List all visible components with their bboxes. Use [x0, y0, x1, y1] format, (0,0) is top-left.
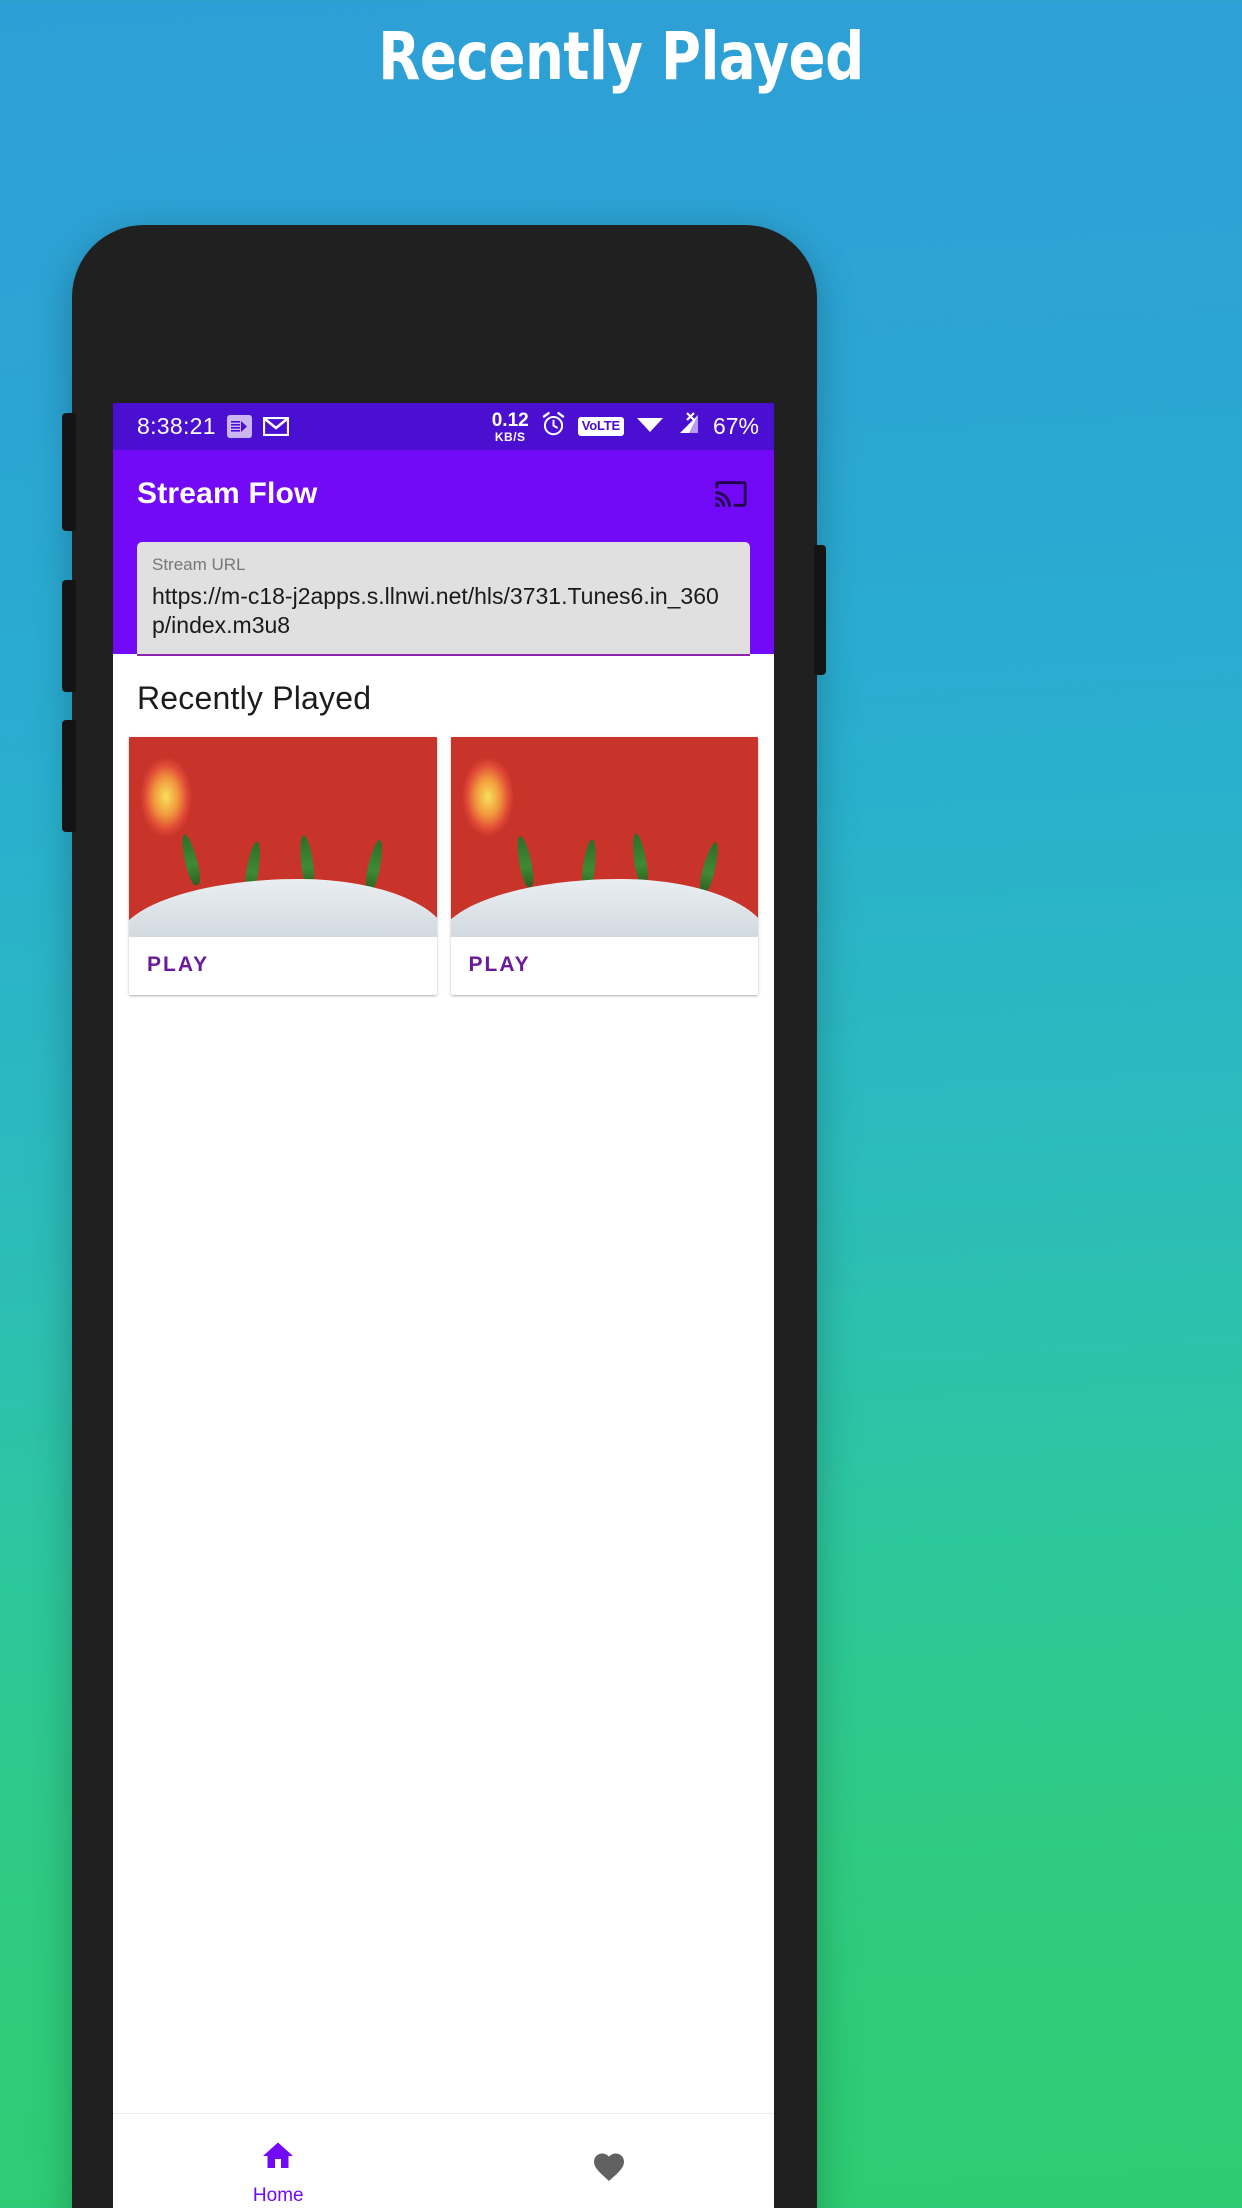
home-icon — [258, 2138, 298, 2179]
cast-notification-icon — [226, 415, 252, 438]
list-item[interactable]: PLAY — [450, 736, 758, 995]
network-speed-unit: KB/S — [494, 429, 526, 444]
card-actions: PLAY — [450, 936, 758, 995]
nav-item-favorites[interactable] — [444, 2149, 775, 2196]
tulip-field-thumbnail — [450, 736, 758, 937]
power-button[interactable] — [814, 545, 826, 675]
nav-item-home[interactable]: Home — [113, 2138, 444, 2207]
list-item[interactable]: PLAY — [129, 736, 437, 995]
gmail-icon — [263, 417, 290, 437]
alarm-clock-icon — [541, 411, 566, 442]
status-bar-right: 0.12 KB/S VoLTE 67% — [492, 411, 759, 443]
status-bar: 8:38:21 0.12 KB/S VoLTE 67% — [113, 403, 774, 450]
phone-mockup: 8:38:21 0.12 KB/S VoLTE 67% Stream Flow … — [62, 225, 826, 2208]
stream-url-label: Stream URL — [152, 555, 246, 574]
play-button[interactable]: PLAY — [147, 953, 209, 977]
app-bar-title: Stream Flow — [137, 477, 318, 510]
network-speed-value: 0.12 — [491, 409, 529, 431]
recently-played-list: PLAY PLAY — [113, 736, 774, 995]
card-actions: PLAY — [129, 936, 437, 995]
section-title-recently-played: Recently Played — [137, 679, 372, 716]
cellular-signal-no-sim-icon — [676, 412, 701, 441]
bottom-navigation-bar: Home — [113, 2113, 774, 2208]
app-bar-row: Stream Flow — [137, 470, 750, 518]
status-time: 8:38:21 — [137, 413, 216, 439]
page-title: Recently Played — [378, 18, 864, 95]
cast-icon[interactable] — [712, 477, 750, 511]
content-area: Recently Played PLAY PLAY Home — [113, 653, 774, 2208]
stream-url-input[interactable]: https://m-c18-j2apps.s.llnwi.net/hls/373… — [152, 582, 736, 641]
app-bar: Stream Flow Stream URL https://m-c18-j2a… — [113, 450, 774, 656]
nav-item-home-label: Home — [252, 2185, 304, 2206]
heart-icon — [589, 2149, 629, 2190]
status-bar-left: 8:38:21 — [137, 413, 290, 440]
stream-url-field[interactable]: Stream URL https://m-c18-j2apps.s.llnwi.… — [137, 542, 750, 656]
battery-percent: 67% — [712, 413, 759, 439]
assistant-button[interactable] — [62, 720, 76, 832]
volume-down-button[interactable] — [62, 580, 76, 692]
network-speed-indicator: 0.12 KB/S — [492, 411, 529, 443]
wifi-icon — [636, 413, 664, 440]
volte-badge: VoLTE — [577, 417, 624, 436]
volume-up-button[interactable] — [62, 413, 76, 531]
tulip-field-thumbnail — [129, 736, 437, 937]
play-button[interactable]: PLAY — [469, 953, 531, 977]
phone-screen: 8:38:21 0.12 KB/S VoLTE 67% Stream Flow … — [113, 403, 774, 2208]
